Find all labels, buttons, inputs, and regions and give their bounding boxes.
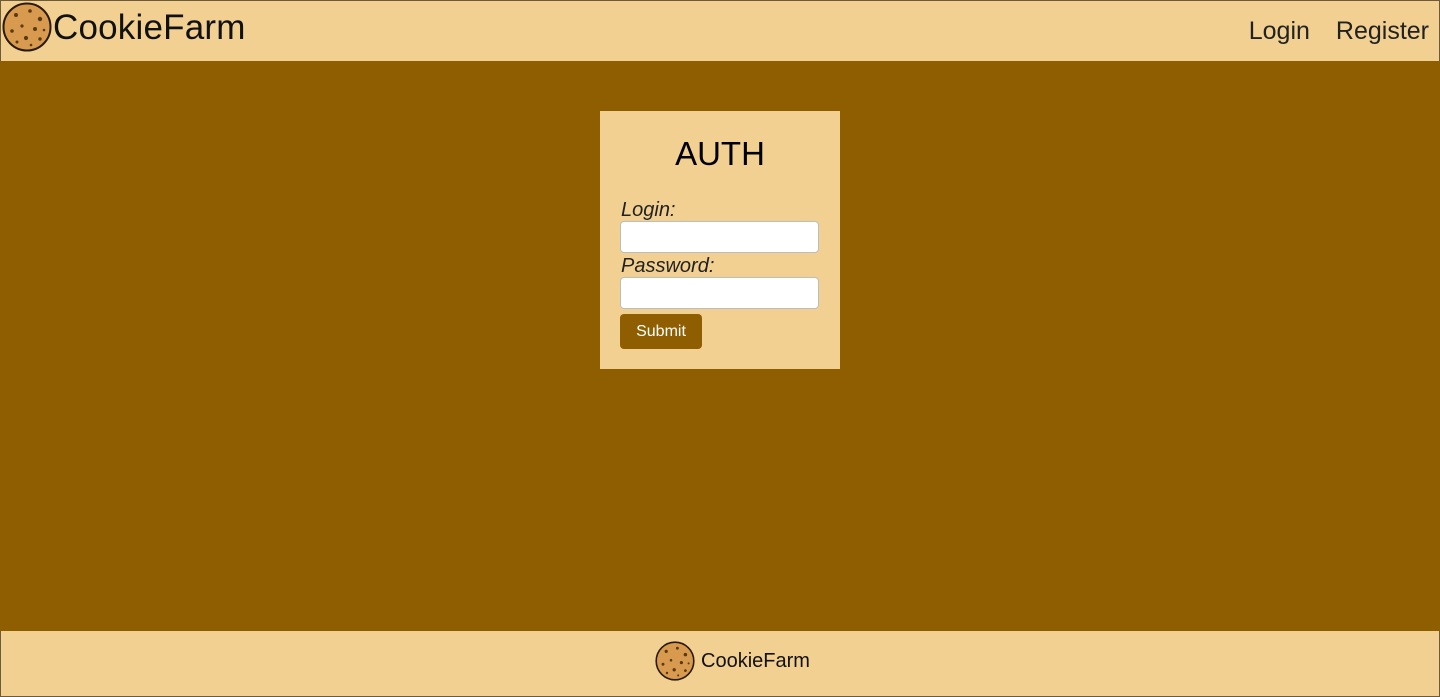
brand-name: CookieFarm bbox=[53, 7, 246, 47]
auth-title: AUTH bbox=[675, 135, 765, 172]
login-input[interactable] bbox=[620, 221, 819, 253]
footer-brand-name: CookieFarm bbox=[701, 650, 810, 672]
main-nav: Login Register bbox=[1223, 1, 1429, 62]
login-label: Login: bbox=[621, 199, 676, 221]
site-header: CookieFarm Login Register bbox=[0, 0, 1440, 61]
submit-button[interactable]: Submit bbox=[620, 314, 702, 349]
nav-login-link[interactable]: Login bbox=[1249, 19, 1310, 44]
auth-form: AUTH Login: Password: Submit bbox=[600, 111, 840, 369]
brand-link[interactable]: CookieFarm bbox=[2, 2, 246, 52]
nav-register-link[interactable]: Register bbox=[1336, 19, 1429, 44]
cookie-icon bbox=[2, 2, 52, 52]
password-input[interactable] bbox=[620, 277, 819, 309]
password-label: Password: bbox=[621, 255, 715, 277]
cookie-icon bbox=[655, 641, 695, 681]
site-footer: CookieFarm bbox=[0, 631, 1440, 697]
footer-brand: CookieFarm bbox=[655, 641, 810, 681]
